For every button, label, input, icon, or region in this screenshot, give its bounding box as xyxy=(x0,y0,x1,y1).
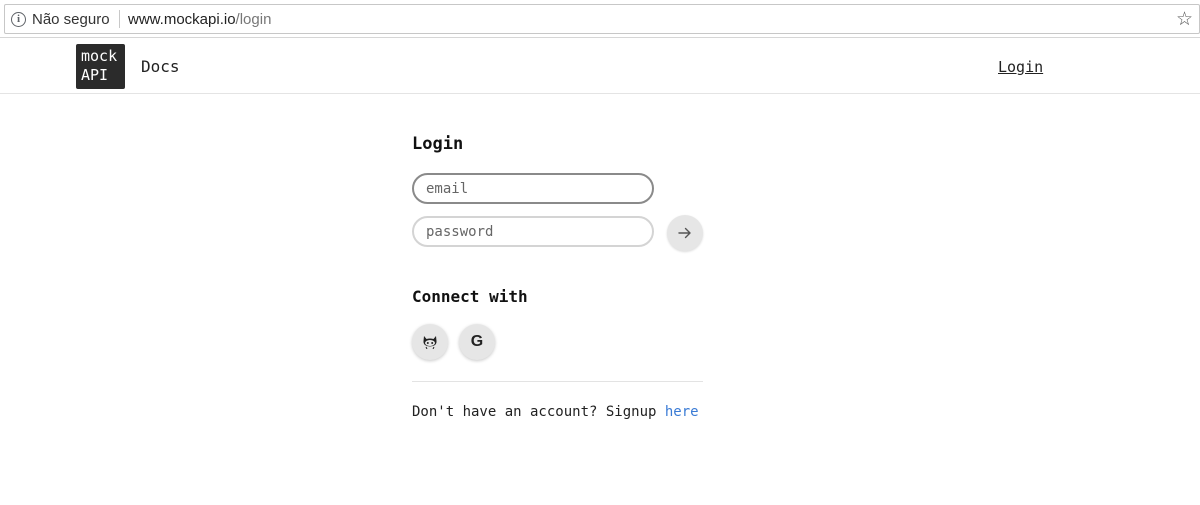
signup-prompt-text: Don't have an account? Signup xyxy=(412,404,665,420)
signup-prompt: Don't have an account? Signup here xyxy=(412,404,699,420)
url-path: /login xyxy=(235,11,272,28)
github-login-button[interactable] xyxy=(412,324,448,360)
logo-line-1: mock xyxy=(81,47,118,65)
login-title: Login xyxy=(412,134,464,154)
mockapi-logo[interactable]: mock API xyxy=(76,44,125,89)
github-icon xyxy=(423,336,437,349)
logo-line-2: API xyxy=(81,66,109,84)
email-input[interactable] xyxy=(412,173,654,204)
login-link[interactable]: Login xyxy=(998,58,1043,76)
bookmark-star-icon[interactable]: ☆ xyxy=(1176,8,1193,30)
password-input[interactable] xyxy=(412,216,654,247)
google-icon: G xyxy=(470,333,484,350)
docs-link[interactable]: Docs xyxy=(141,57,180,76)
browser-address-bar: i Não seguro www.mockapi.io/login ☆ xyxy=(0,0,1200,38)
submit-button[interactable] xyxy=(667,215,703,251)
google-login-button[interactable]: G xyxy=(459,324,495,360)
url-host: www.mockapi.io xyxy=(128,11,236,28)
arrow-right-icon xyxy=(678,227,691,239)
url-text[interactable]: www.mockapi.io/login xyxy=(128,11,271,28)
form-divider xyxy=(412,381,703,382)
info-icon[interactable]: i xyxy=(11,12,26,27)
omnibox[interactable]: i Não seguro www.mockapi.io/login ☆ xyxy=(4,4,1200,34)
site-header: mock API Docs Login xyxy=(0,39,1200,94)
signup-here-link[interactable]: here xyxy=(665,404,699,420)
security-status[interactable]: Não seguro xyxy=(32,11,110,28)
connect-with-title: Connect with xyxy=(412,287,528,306)
omnibox-divider xyxy=(119,10,120,28)
